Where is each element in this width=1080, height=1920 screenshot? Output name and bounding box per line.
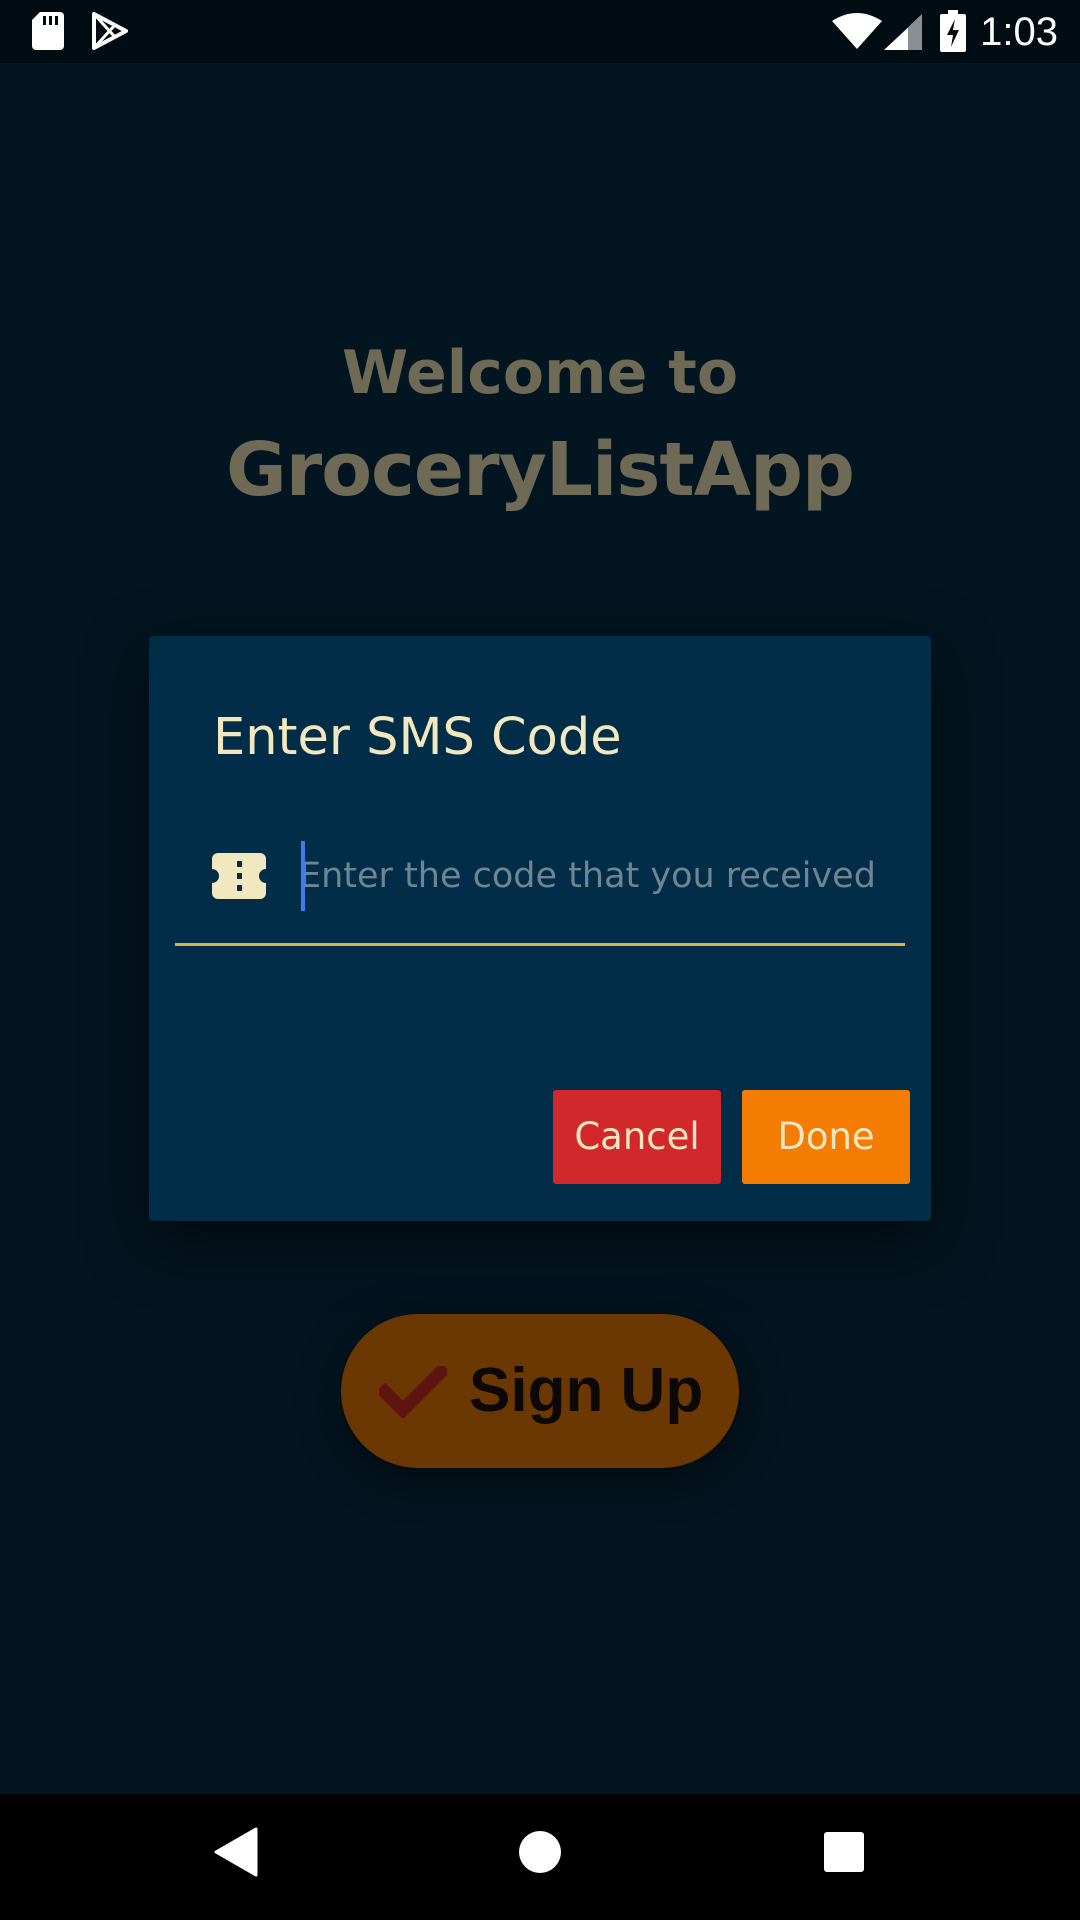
done-button[interactable]: Done	[742, 1090, 910, 1184]
input-underline	[175, 943, 905, 946]
recents-icon[interactable]	[823, 1827, 865, 1881]
back-icon[interactable]	[214, 1827, 258, 1881]
check-icon	[375, 1362, 451, 1422]
sign-up-button[interactable]: Sign Up	[341, 1314, 739, 1468]
navigation-bar	[0, 1794, 1080, 1920]
dialog-title: Enter SMS Code	[213, 708, 622, 767]
battery-charging-icon	[940, 10, 966, 56]
sms-code-dialog: Enter SMS Code Cancel Done	[149, 636, 931, 1221]
wifi-icon	[832, 13, 882, 53]
sms-code-input[interactable]	[299, 841, 893, 911]
cancel-button[interactable]: Cancel	[553, 1090, 721, 1184]
clock-time: 1:03	[980, 10, 1058, 54]
welcome-heading: Welcome to	[341, 338, 739, 408]
home-icon[interactable]	[518, 1827, 562, 1881]
sd-card-icon	[32, 12, 64, 54]
sign-up-label: Sign Up	[469, 1356, 704, 1425]
status-bar: 1:03	[0, 0, 1080, 63]
text-cursor	[301, 841, 305, 911]
cell-signal-icon	[884, 14, 922, 54]
play-store-icon	[92, 12, 128, 54]
ticket-icon	[212, 853, 266, 903]
app-name-heading: GroceryListApp	[225, 427, 855, 513]
